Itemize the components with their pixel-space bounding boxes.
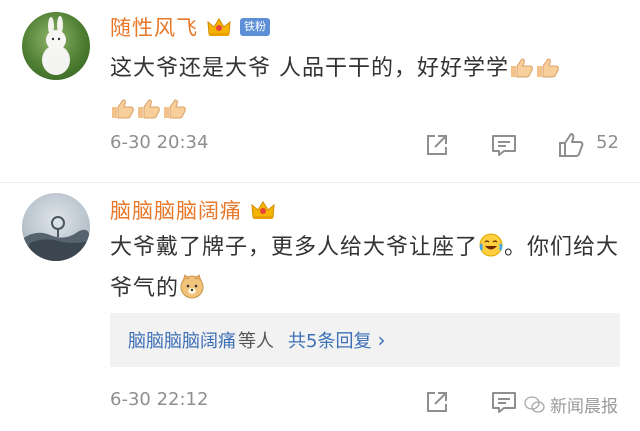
reply-suffix: 等人 [238,331,274,352]
like-button[interactable] [554,128,588,162]
comment-icon [492,392,516,413]
crown-vip-icon [207,18,231,36]
rabbit-avatar-image [42,16,70,75]
username[interactable]: 脑脑脑脑阔痛 [110,195,242,225]
crown-vip-icon [251,201,275,219]
landscape-avatar-image [22,216,90,261]
thumbs-up-icon [535,54,561,91]
thumbs-up-icon [110,95,136,132]
comment-text: 这大爷还是大爷 人品干干的，好好学学 [110,50,620,132]
name-row: 脑脑脑脑阔痛 [110,195,276,225]
share-icon [427,392,447,412]
comment-button[interactable] [487,385,521,419]
share-icon [427,135,447,155]
timestamp: 6-30 22:12 [110,389,209,410]
name-row: 随性风飞 铁粉 [110,12,270,42]
comment-button[interactable] [487,128,521,162]
like-count: 52 [596,132,619,153]
thumbs-up-icon [162,95,188,132]
wechat-icon [524,395,545,413]
comment-icon [492,135,516,156]
thumbs-up-icon [136,95,162,132]
share-button[interactable] [420,385,454,419]
comment-text-content: 这大爷还是大爷 人品干干的，好好学学 [110,56,509,81]
avatar[interactable] [22,193,90,261]
comment-text-content: 大爷戴了牌子，更多人给大爷让座了 [110,235,479,260]
reply-count-link[interactable]: 共5条回复 [288,327,371,353]
comment-meta: 6-30 20:34 52 [110,128,640,162]
username[interactable]: 随性风飞 [110,12,198,42]
share-button[interactable] [420,128,454,162]
chevron-right-icon: › [377,328,386,352]
comment-text: 大爷戴了牌子，更多人给大爷让座了 。你们给大爷气的 [110,229,620,311]
reply-names[interactable]: 脑脑脑脑阔痛 [128,327,236,353]
timestamp: 6-30 20:34 [110,132,209,153]
doge-emoji-icon [179,273,205,311]
watermark: 新闻晨报 [524,392,618,417]
fan-badge: 铁粉 [240,18,270,36]
thumbs-up-outline-icon [559,133,584,157]
thumbs-up-icon [509,54,535,91]
laugh-tears-emoji-icon [478,232,504,270]
reply-preview[interactable]: 脑脑脑脑阔痛 等人 共5条回复 › [110,313,620,367]
avatar[interactable] [22,12,90,80]
comment-item: 随性风飞 铁粉 这大爷还是大爷 人品干干的，好好学学 6-30 20:34 52 [0,0,640,182]
watermark-text: 新闻晨报 [550,397,618,417]
